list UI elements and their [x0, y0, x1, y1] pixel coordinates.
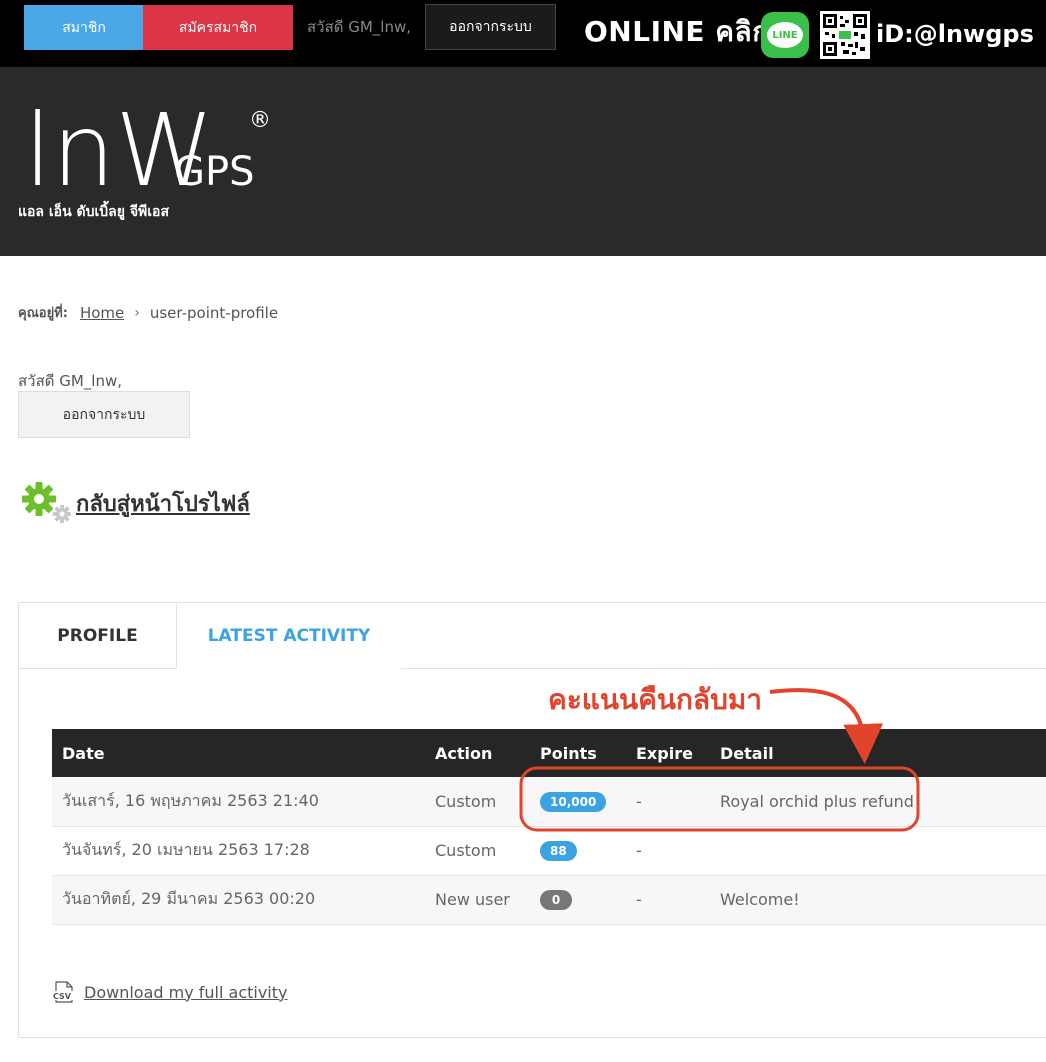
qr-code-icon — [820, 11, 870, 59]
download-link-wrap[interactable]: CSV Download my full activity — [52, 980, 287, 1004]
back-to-profile-link[interactable]: กลับสู่หน้าโปรไฟล์ — [76, 486, 250, 521]
header-expire: Expire — [626, 729, 710, 777]
line-badge-text: LINE — [767, 22, 803, 48]
cell-action: Custom — [425, 777, 530, 827]
header-points: Points — [530, 729, 626, 777]
cell-date: วันอาทิตย์, 29 มีนาคม 2563 00:20 — [52, 875, 425, 925]
cell-detail — [710, 826, 1046, 876]
breadcrumb-label: คุณอยู่ที่: — [18, 306, 68, 321]
cell-action: Custom — [425, 826, 530, 876]
logo-registered-mark: ® — [249, 108, 271, 133]
tab-profile[interactable]: PROFILE — [19, 603, 177, 669]
site-header: lnW GPS ® แอล เอ็น ดับเบิ้ลยู จีพีเอส — [0, 67, 1046, 256]
breadcrumb: คุณอยู่ที่: Home › user-point-profile — [18, 302, 278, 323]
cell-detail: Welcome! — [710, 875, 1046, 925]
cell-date: วันจันทร์, 20 เมษายน 2563 17:28 — [52, 826, 425, 876]
top-logout-button[interactable]: ออกจากระบบ — [425, 4, 556, 50]
cell-points: 88 — [530, 826, 626, 876]
points-badge: 0 — [540, 890, 572, 910]
register-button[interactable]: สมัครสมาชิก — [143, 5, 293, 50]
annotation-label: คะแนนคืนกลับมา — [548, 683, 763, 716]
tab-divider — [401, 668, 1046, 669]
table-row: วันจันทร์, 20 เมษายน 2563 17:28 Custom 8… — [52, 826, 1046, 876]
download-activity-link[interactable]: Download my full activity — [84, 983, 287, 1002]
logo-subtitle: แอล เอ็น ดับเบิ้ลยู จีพีเอส — [18, 204, 169, 220]
csv-file-icon: CSV — [52, 981, 74, 1003]
table-row: วันเสาร์, 16 พฤษภาคม 2563 21:40 Custom 1… — [52, 777, 1046, 827]
table-header-row: Date Action Points Expire Detail — [52, 729, 1046, 777]
table-row: วันอาทิตย์, 29 มีนาคม 2563 00:20 New use… — [52, 875, 1046, 925]
cell-points: 10,000 — [530, 777, 626, 827]
header-date: Date — [52, 729, 425, 777]
user-greeting: สวัสดี GM_lnw, — [18, 372, 123, 390]
cell-action: New user — [425, 875, 530, 925]
member-button[interactable]: สมาชิก — [24, 5, 144, 50]
header-action: Action — [425, 729, 530, 777]
logout-button[interactable]: ออกจากระบบ — [18, 391, 190, 438]
cell-date: วันเสาร์, 16 พฤษภาคม 2563 21:40 — [52, 777, 425, 827]
top-bar: สมาชิก สมัครสมาชิก สวัสดี GM_lnw, ออกจาก… — [0, 0, 1046, 67]
lnwgps-logo[interactable]: lnW GPS ® — [24, 97, 284, 197]
breadcrumb-separator: › — [134, 304, 140, 321]
cell-expire: - — [626, 875, 710, 925]
tab-latest-activity[interactable]: LATEST ACTIVITY — [177, 603, 401, 669]
cell-points: 0 — [530, 875, 626, 925]
line-id-text[interactable]: iD:@lnwgps — [876, 22, 1034, 46]
top-greeting: สวัสดี GM_lnw, — [307, 18, 412, 36]
gear-icon[interactable] — [22, 482, 74, 530]
line-app-icon[interactable]: LINE — [761, 12, 809, 58]
breadcrumb-current: user-point-profile — [149, 303, 279, 322]
svg-text:CSV: CSV — [53, 992, 72, 1001]
online-click-text[interactable]: ONLINE คลิก — [584, 18, 770, 46]
breadcrumb-home-link[interactable]: Home — [80, 304, 124, 322]
cell-expire: - — [626, 826, 710, 876]
points-badge: 88 — [540, 841, 577, 861]
header-detail: Detail — [710, 729, 1046, 777]
points-badge: 10,000 — [540, 791, 607, 812]
cell-detail: Royal orchid plus refund — [710, 777, 1046, 827]
cell-expire: - — [626, 777, 710, 827]
logo-gps-text: GPS — [174, 149, 255, 195]
activity-table: Date Action Points Expire Detail วันเสาร… — [52, 729, 1046, 925]
